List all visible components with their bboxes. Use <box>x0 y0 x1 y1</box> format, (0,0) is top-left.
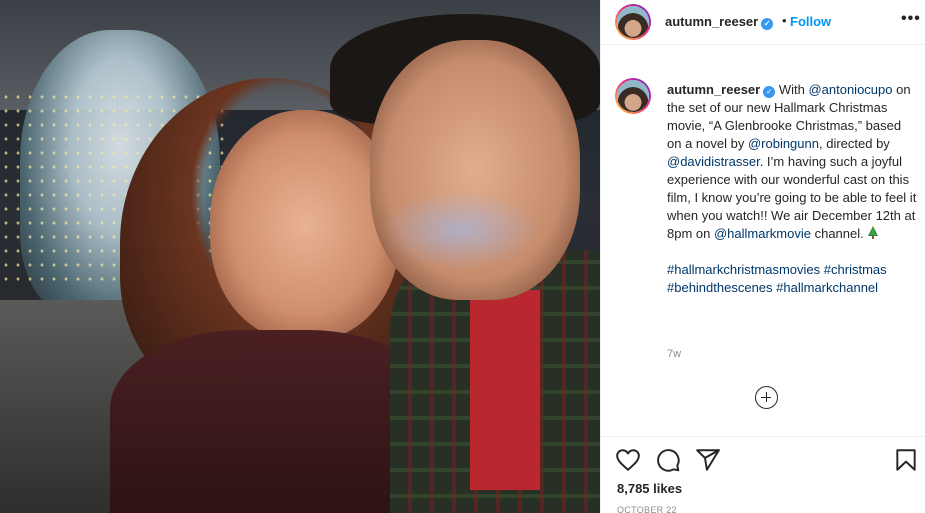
mention-link[interactable]: @antoniocupo <box>808 82 892 97</box>
post-actions: 8,785 likes OCTOBER 22 <box>601 436 925 513</box>
post-date: OCTOBER 22 <box>617 505 677 513</box>
caption-timestamp[interactable]: 7w <box>667 348 681 360</box>
mention-link[interactable]: @robingunn <box>748 136 819 151</box>
heart-icon[interactable] <box>615 447 641 473</box>
photo-lens-flare <box>380 190 540 270</box>
hashtag-link[interactable]: #christmas <box>824 262 887 277</box>
post-sidebar: autumn_reeser ✓ • Follow ••• autumn_reese… <box>600 0 925 513</box>
plus-circle-icon[interactable] <box>755 386 778 409</box>
avatar[interactable] <box>615 4 651 40</box>
verified-badge-icon: ✓ <box>763 86 776 98</box>
caption-text: channel. <box>810 226 868 241</box>
caption-text: , directed by <box>818 136 890 151</box>
hashtag-link[interactable]: #hallmarkchannel <box>776 280 878 295</box>
mention-link[interactable]: @hallmarkmovie <box>714 226 811 241</box>
follow-button[interactable]: Follow <box>790 14 831 29</box>
hashtag-link[interactable]: #behindthescenes <box>667 280 773 295</box>
header-username-text[interactable]: autumn_reeser <box>665 14 758 29</box>
hashtags: #hallmarkchristmasmovies #christmas #beh… <box>667 261 917 297</box>
avatar-image <box>617 6 649 38</box>
post-caption: autumn_reeser ✓ With @antoniocupo on the … <box>667 81 917 297</box>
caption-username[interactable]: autumn_reeser <box>667 82 760 97</box>
caption-text: With <box>775 82 809 97</box>
avatar-image <box>617 80 649 112</box>
mention-link[interactable]: @davidistrasser <box>667 154 760 169</box>
header-username[interactable]: autumn_reeser ✓ <box>665 14 774 30</box>
likes-count[interactable]: 8,785 likes <box>617 481 682 496</box>
bookmark-icon[interactable] <box>893 447 919 473</box>
christmas-tree-icon <box>868 226 879 239</box>
more-options-icon[interactable]: ••• <box>901 10 921 28</box>
verified-badge-icon: ✓ <box>761 18 774 30</box>
post-header: autumn_reeser ✓ • Follow ••• <box>601 0 925 45</box>
comment-icon[interactable] <box>655 447 681 473</box>
share-icon[interactable] <box>695 447 721 473</box>
photo-person-right-sweater <box>470 290 540 490</box>
header-separator: • <box>782 13 787 28</box>
post-photo[interactable] <box>0 0 600 513</box>
caption-avatar[interactable] <box>615 78 651 114</box>
hashtag-link[interactable]: #hallmarkchristmasmovies <box>667 262 820 277</box>
